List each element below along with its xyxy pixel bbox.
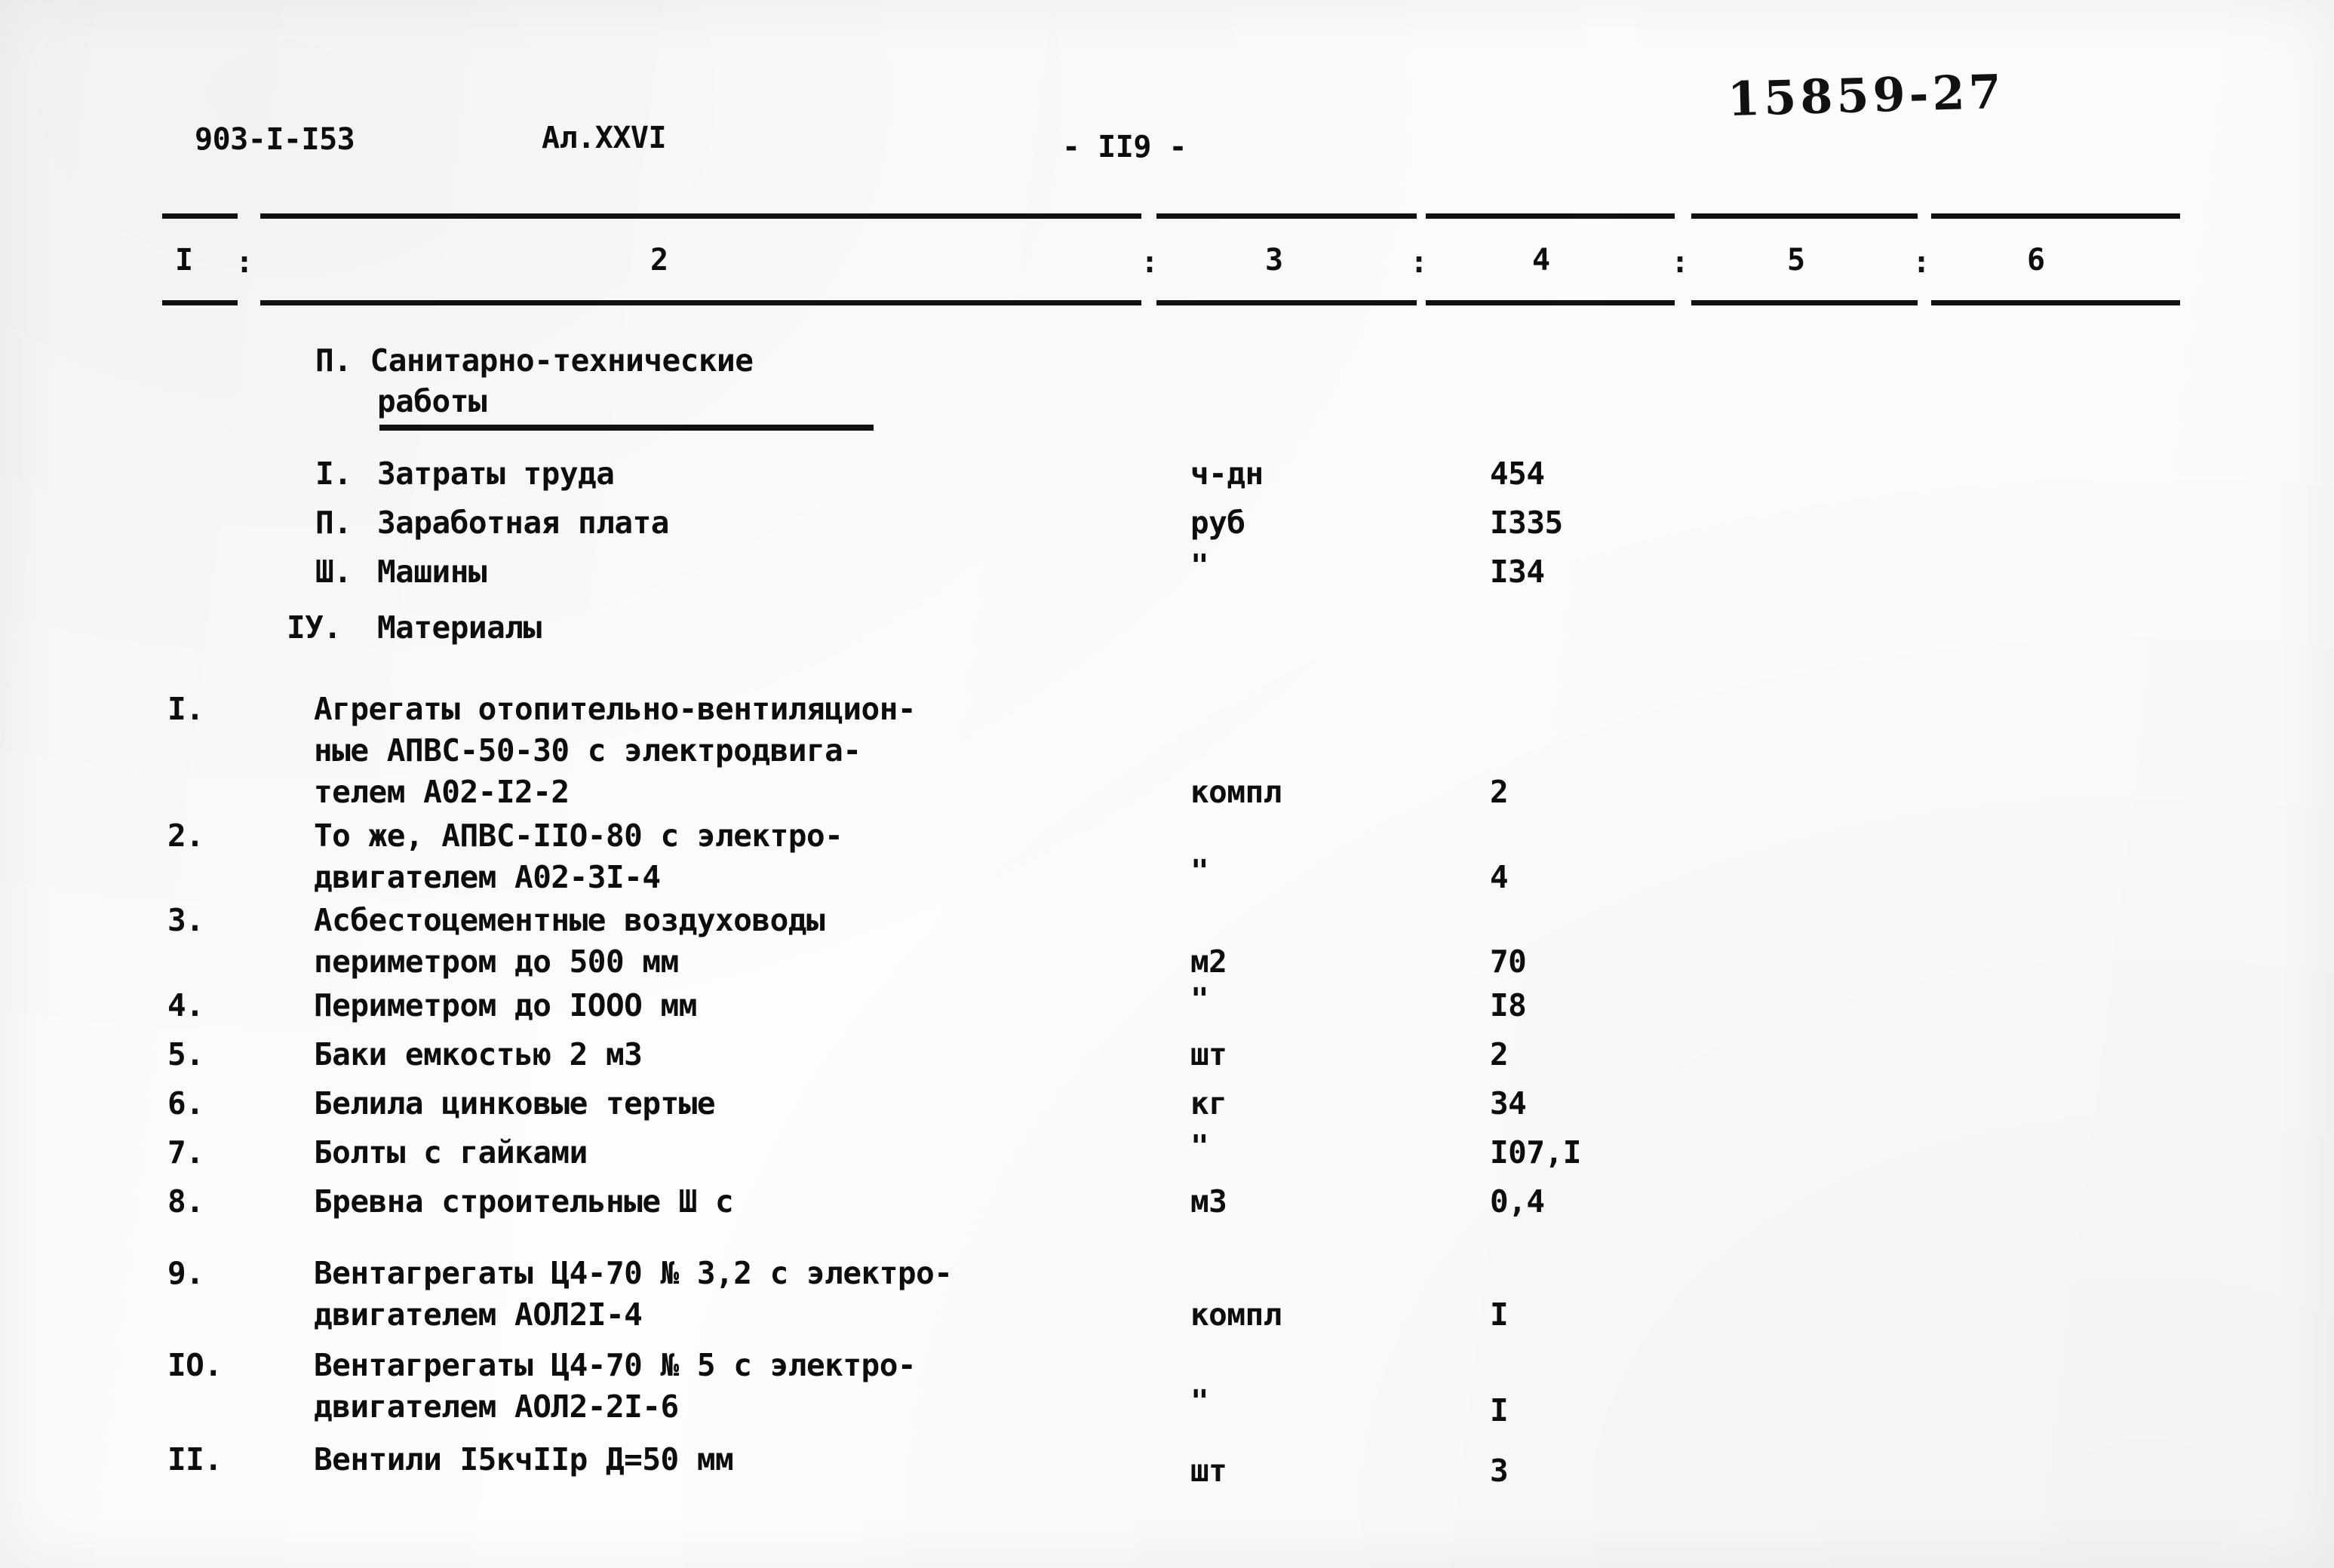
header-separator-colon-4: : — [1671, 245, 1690, 280]
material-row-7-unit: " — [1190, 1128, 1209, 1164]
table-header-rule-col5 — [1691, 300, 1918, 305]
material-row-7-value: I07,I — [1490, 1134, 1581, 1171]
summary-row-1-name: Затраты труда — [377, 456, 615, 492]
table-top-rule-col2 — [260, 213, 1141, 219]
material-row-5-number: 5. — [167, 1036, 204, 1072]
material-row-1-name-line-3: телем А02-I2-2 — [314, 774, 570, 810]
material-row-8-unit: м3 — [1190, 1183, 1227, 1220]
material-row-4-number: 4. — [167, 987, 204, 1023]
table-header-rule-col6 — [1931, 300, 2180, 305]
material-row-4-value: I8 — [1490, 987, 1527, 1023]
summary-row-2-value: I335 — [1490, 505, 1563, 541]
material-row-9-name-line-1: Вентагрегаты Ц4-70 № 3,2 с электро- — [314, 1255, 953, 1291]
material-row-2-number: 2. — [167, 818, 204, 854]
material-row-6-value: 34 — [1490, 1085, 1527, 1122]
table-header-rule-col4 — [1426, 300, 1675, 305]
column-header-2: 2 — [650, 243, 668, 278]
album-number: Ал.XXVI — [542, 121, 667, 155]
material-row-3-value: 70 — [1490, 944, 1527, 980]
material-row-6-number: 6. — [167, 1085, 204, 1122]
section-title-underline — [379, 425, 874, 431]
material-row-2-value: 4 — [1490, 859, 1509, 895]
material-row-9-name-line-2: двигателем АОЛ2I-4 — [314, 1296, 643, 1333]
table-header-rule-col1 — [162, 300, 238, 305]
table-top-rule-col6 — [1931, 213, 2180, 219]
summary-row-1-value: 454 — [1490, 456, 1545, 492]
material-row-1-value: 2 — [1490, 774, 1509, 810]
summary-row-4-number: IУ. — [287, 609, 342, 646]
summary-row-1-unit: ч-дн — [1190, 456, 1264, 492]
summary-row-3-number: Ш. — [315, 554, 352, 590]
material-row-10-name-line-2: двигателем АОЛ2-2I-6 — [314, 1388, 679, 1425]
summary-row-4-name: Материалы — [377, 609, 542, 646]
scanned-page: 903-I-I53 Ал.XXVI - II9 - 15859-27 I 2 3… — [0, 0, 2334, 1568]
header-separator-colon-5: : — [1912, 245, 1931, 280]
header-separator-colon-2: : — [1141, 245, 1159, 280]
header-separator-colon-1: : — [235, 245, 254, 280]
column-header-4: 4 — [1532, 243, 1550, 278]
material-row-9-unit: компл — [1190, 1296, 1282, 1333]
summary-row-3-unit: " — [1190, 548, 1209, 584]
material-row-11-number: II. — [167, 1441, 223, 1477]
material-row-3-name-line-2: периметром до 500 мм — [314, 944, 679, 980]
column-header-5: 5 — [1787, 243, 1805, 278]
section-title-line-2: работы — [377, 383, 487, 419]
material-row-8-number: 8. — [167, 1183, 204, 1220]
column-header-3: 3 — [1265, 243, 1283, 278]
material-row-10-number: IО. — [167, 1347, 223, 1383]
material-row-10-value: I — [1490, 1392, 1509, 1428]
material-row-5-unit: шт — [1190, 1036, 1227, 1072]
material-row-1-number: I. — [167, 691, 204, 727]
column-header-1: I — [175, 243, 193, 278]
material-row-4-name-line-1: Периметром до IООО мм — [314, 987, 697, 1023]
material-row-9-value: I — [1490, 1296, 1509, 1333]
handwritten-archive-note: 15859-27 — [1727, 63, 2006, 127]
material-row-8-name-line-1: Бревна строительные Ш с — [314, 1183, 734, 1220]
page-marker: - II9 - — [1062, 130, 1187, 164]
summary-row-2-number: П. — [315, 505, 352, 541]
material-row-3-name-line-1: Асбестоцементные воздуховоды — [314, 902, 825, 938]
material-row-2-name-line-1: То же, АПВС-IIО-80 с электро- — [314, 818, 843, 854]
material-row-4-unit: " — [1190, 981, 1209, 1017]
material-row-11-unit: шт — [1190, 1453, 1227, 1489]
material-row-11-value: 3 — [1490, 1453, 1509, 1489]
material-row-3-unit: м2 — [1190, 944, 1227, 980]
material-row-10-name-line-1: Вентагрегаты Ц4-70 № 5 с электро- — [314, 1347, 917, 1383]
header-separator-colon-3: : — [1410, 245, 1429, 280]
material-row-1-name-line-2: ные АПВС-50-30 с электродвига- — [314, 732, 861, 769]
summary-row-3-name: Машины — [377, 554, 487, 590]
material-row-9-number: 9. — [167, 1255, 204, 1291]
table-top-rule-col5 — [1691, 213, 1918, 219]
material-row-6-name-line-1: Белила цинковые тертые — [314, 1085, 716, 1122]
table-top-rule-col3 — [1156, 213, 1417, 219]
material-row-8-value: 0,4 — [1490, 1183, 1545, 1220]
table-header-rule-col3 — [1156, 300, 1417, 305]
material-row-10-unit: " — [1190, 1383, 1209, 1419]
table-header-rule-col2 — [260, 300, 1141, 305]
summary-row-2-unit: руб — [1190, 505, 1245, 541]
table-top-rule-col1 — [162, 213, 238, 219]
material-row-1-unit: компл — [1190, 774, 1282, 810]
document-number: 903-I-I53 — [195, 122, 355, 157]
summary-row-2-name: Заработная плата — [377, 505, 669, 541]
summary-row-3-value: I34 — [1490, 554, 1545, 590]
material-row-7-name-line-1: Болты с гайками — [314, 1134, 588, 1171]
material-row-5-value: 2 — [1490, 1036, 1509, 1072]
material-row-2-unit: " — [1190, 853, 1209, 889]
material-row-5-name-line-1: Баки емкостью 2 м3 — [314, 1036, 643, 1072]
material-row-6-unit: кг — [1190, 1085, 1227, 1122]
section-title-line-1: П. Санитарно-технические — [315, 342, 754, 379]
summary-row-1-number: I. — [315, 456, 352, 492]
material-row-3-number: 3. — [167, 902, 204, 938]
material-row-2-name-line-2: двигателем А02-3I-4 — [314, 859, 661, 895]
material-row-7-number: 7. — [167, 1134, 204, 1171]
column-header-6: 6 — [2027, 243, 2045, 278]
table-top-rule-col4 — [1426, 213, 1675, 219]
material-row-11-name-line-1: Вентили I5кчIIр Д=50 мм — [314, 1441, 734, 1477]
material-row-1-name-line-1: Агрегаты отопительно-вентиляцион- — [314, 691, 917, 727]
